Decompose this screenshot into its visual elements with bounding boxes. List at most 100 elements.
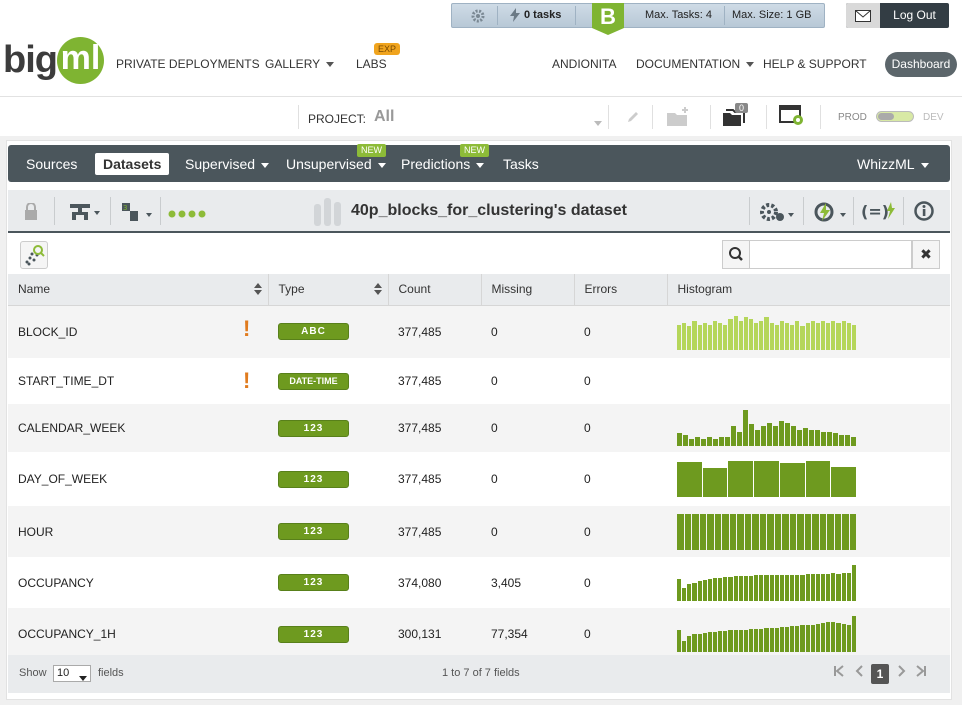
histogram-bar (743, 629, 748, 652)
fields-table: Name Type Count Missing Errors Histogram… (8, 274, 950, 660)
histogram-bar (795, 320, 800, 350)
new-folder-icon[interactable] (667, 107, 691, 132)
field-name-cell[interactable]: OCCUPANCY (8, 557, 268, 608)
histogram-bar (701, 438, 706, 446)
tab-sources[interactable]: Sources (26, 153, 77, 175)
tab-supervised[interactable]: Supervised (185, 153, 270, 175)
sort-icon (373, 283, 382, 295)
tab-whizzml[interactable]: WhizzML (857, 153, 929, 175)
type-badge: 123 (278, 470, 349, 488)
field-type-cell: 123 (268, 506, 388, 557)
field-name: CALENDAR_WEEK (18, 421, 126, 435)
histogram-cell[interactable] (667, 608, 950, 660)
page-size-select[interactable]: 10 (53, 665, 91, 682)
field-name-cell[interactable]: HOUR (8, 506, 268, 557)
field-name-cell[interactable]: DAY_OF_WEEK (8, 452, 268, 506)
field-name-cell[interactable]: BLOCK_ID! (8, 305, 268, 358)
tab-tasks[interactable]: Tasks (503, 153, 539, 175)
nav-help[interactable]: HELP & SUPPORT (763, 57, 867, 71)
col-header-count[interactable]: Count (388, 274, 482, 306)
table-row[interactable]: CALENDAR_WEEK 123 377,485 0 0 (8, 404, 950, 452)
logout-button[interactable]: Log Out (880, 3, 949, 28)
tasks-count[interactable]: 0 tasks (524, 4, 561, 27)
nav-gallery[interactable]: GALLERY (265, 57, 335, 71)
scripts-icon[interactable]: (=) (861, 200, 899, 227)
field-name-cell[interactable]: OCCUPANCY_1H (8, 608, 268, 660)
model-config-icon[interactable] (760, 201, 796, 228)
table-row[interactable]: OCCUPANCY 123 374,080 3,405 0 (8, 557, 950, 608)
field-name-cell[interactable]: CALENDAR_WEEK (8, 404, 268, 452)
tab-datasets[interactable]: Datasets (95, 153, 170, 175)
histogram-bar (800, 625, 805, 652)
histogram-bar (743, 576, 748, 601)
histogram-bar (729, 513, 736, 550)
search-input[interactable] (750, 240, 912, 269)
field-missing: 0 (481, 506, 574, 557)
table-row[interactable]: OCCUPANCY_1H 123 300,131 77,354 0 (8, 608, 950, 660)
nav-documentation[interactable]: DOCUMENTATION (636, 57, 755, 71)
table-row[interactable]: HOUR 123 377,485 0 0 (8, 506, 950, 557)
lock-icon[interactable] (24, 202, 38, 225)
table-header-row: Name Type Count Missing Errors Histogram (8, 274, 950, 306)
dashboard-button[interactable]: Dashboard (885, 52, 957, 77)
project-selector[interactable]: All (374, 108, 394, 126)
filter-dataset-icon[interactable]: 3 (122, 201, 154, 228)
histogram-bar (687, 635, 692, 652)
histogram-cell[interactable] (667, 506, 950, 557)
histogram-cell[interactable] (667, 452, 950, 506)
table-row[interactable]: BLOCK_ID! ABC 377,485 0 0 (8, 305, 950, 358)
histogram-bar (707, 578, 712, 601)
type-badge: DATE-TIME (278, 372, 349, 390)
histogram-bar (712, 578, 718, 601)
prod-dev-toggle[interactable] (876, 111, 914, 122)
histogram-bar (769, 575, 774, 601)
field-name: HOUR (18, 524, 54, 539)
window-settings-icon[interactable] (779, 105, 805, 132)
col-header-errors[interactable]: Errors (574, 274, 668, 306)
prev-page-icon[interactable] (853, 664, 867, 684)
histogram-bar (699, 513, 706, 550)
histogram-bar (687, 584, 692, 601)
chevron-down-icon (79, 671, 87, 686)
field-name-cell[interactable]: START_TIME_DT! (8, 358, 268, 404)
current-page[interactable]: 1 (871, 664, 889, 684)
mail-icon[interactable] (846, 3, 880, 28)
histogram-bar (791, 426, 796, 446)
histogram-bar (764, 628, 769, 652)
search-icon[interactable] (722, 240, 750, 269)
pencil-icon[interactable] (626, 110, 640, 129)
configure-dataset-icon[interactable] (70, 203, 102, 226)
histogram-bar (767, 422, 772, 446)
histogram-bar (774, 324, 779, 350)
histogram-cell[interactable] (667, 557, 950, 608)
table-row[interactable]: DAY_OF_WEEK 123 377,485 0 0 (8, 452, 950, 506)
one-click-model-icon[interactable] (812, 201, 848, 228)
col-header-missing[interactable]: Missing (481, 274, 575, 306)
table-row[interactable]: START_TIME_DT! DATE-TIME 377,485 0 0 (8, 358, 950, 404)
col-header-name[interactable]: Name (8, 274, 269, 306)
first-page-icon[interactable] (832, 664, 846, 684)
last-page-icon[interactable] (914, 664, 928, 684)
scatterplot-button[interactable] (20, 241, 48, 269)
nav-labs[interactable]: LABS (356, 57, 387, 71)
nav-user[interactable]: ANDIONITA (552, 57, 616, 71)
info-icon[interactable] (914, 201, 934, 226)
histogram-bar (846, 624, 851, 652)
next-page-icon[interactable] (894, 664, 908, 684)
field-name: OCCUPANCY_1H (18, 627, 116, 641)
warning-icon[interactable]: ! (243, 368, 250, 394)
histogram-bar (833, 433, 838, 446)
nav-documentation-label: DOCUMENTATION (636, 57, 741, 71)
gear-icon[interactable] (470, 4, 486, 27)
clear-search-button[interactable]: ✖ (912, 240, 940, 269)
prod-label: PROD (838, 112, 867, 123)
main-nav: Sources Datasets Supervised Unsupervised… (8, 144, 950, 182)
histogram-cell[interactable] (667, 305, 950, 358)
col-header-type[interactable]: Type (268, 274, 389, 306)
histogram-bar (769, 627, 774, 652)
warning-icon[interactable]: ! (243, 316, 250, 342)
histogram-cell[interactable] (667, 358, 950, 404)
histogram-cell[interactable] (667, 404, 950, 452)
nav-private-deployments[interactable]: PRIVATE DEPLOYMENTS (116, 57, 260, 71)
project-dropdown-icon[interactable] (588, 115, 602, 133)
